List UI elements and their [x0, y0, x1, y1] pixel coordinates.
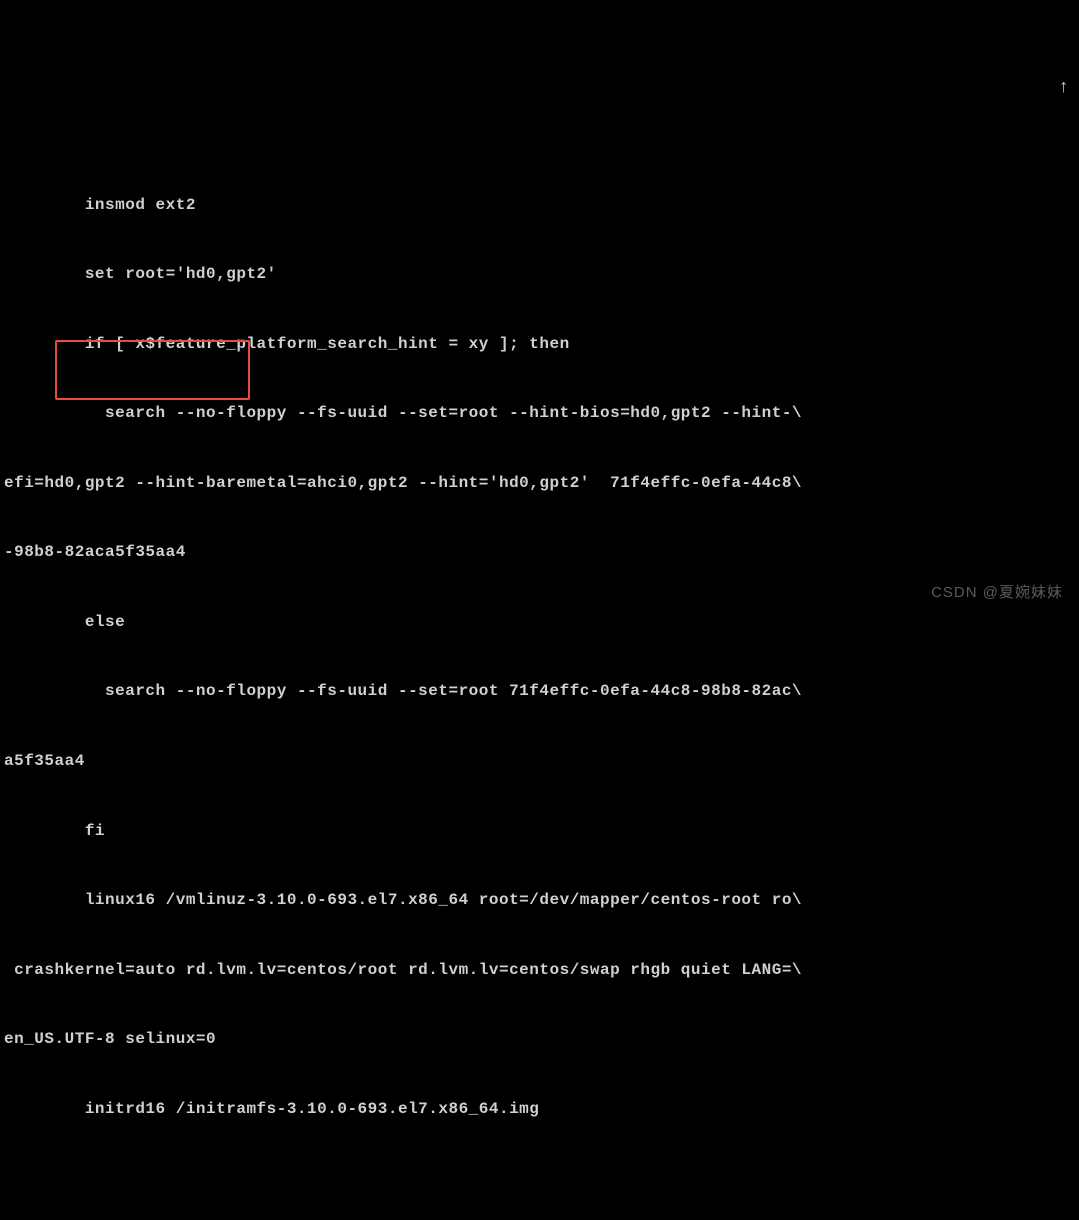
grub-line: -98b8-82aca5f35aa4	[4, 541, 1075, 564]
grub-line: else	[4, 611, 1075, 634]
grub-line: if [ x$feature_platform_search_hint = xy…	[4, 333, 1075, 356]
grub-line: fi	[4, 820, 1075, 843]
grub-line: set root='hd0,gpt2'	[4, 263, 1075, 286]
scroll-up-icon: ↑	[1058, 78, 1069, 98]
grub-line: crashkernel=auto rd.lvm.lv=centos/root r…	[4, 959, 1075, 982]
grub-line: linux16 /vmlinuz-3.10.0-693.el7.x86_64 r…	[4, 889, 1075, 912]
watermark-text: CSDN @夏婉妹妹	[931, 581, 1063, 602]
grub-line: en_US.UTF-8 selinux=0	[4, 1028, 1075, 1051]
grub-line: efi=hd0,gpt2 --hint-baremetal=ahci0,gpt2…	[4, 472, 1075, 495]
grub-line: search --no-floppy --fs-uuid --set=root …	[4, 402, 1075, 425]
terminal-editor[interactable]: insmod ext2 set root='hd0,gpt2' if [ x$f…	[0, 0, 1079, 1220]
grub-line: insmod ext2	[4, 194, 1075, 217]
grub-line: a5f35aa4	[4, 750, 1075, 773]
grub-line: search --no-floppy --fs-uuid --set=root …	[4, 680, 1075, 703]
grub-line: initrd16 /initramfs-3.10.0-693.el7.x86_6…	[4, 1098, 1075, 1121]
